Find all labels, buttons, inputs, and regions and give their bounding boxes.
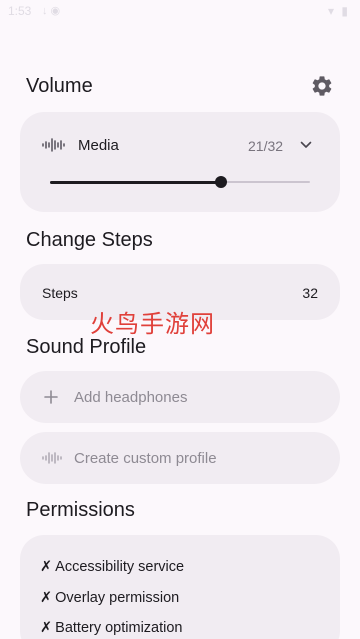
status-cross-icon: ✗	[40, 620, 53, 636]
waveform-icon	[42, 138, 65, 152]
status-cross-icon: ✗	[40, 559, 53, 575]
create-custom-profile-button[interactable]: Create custom profile	[20, 432, 340, 484]
permission-accessibility-service[interactable]: ✗ Accessibility service	[40, 559, 184, 575]
slider-fill	[50, 180, 221, 184]
permission-battery-optimization[interactable]: ✗ Battery optimization	[40, 620, 183, 636]
status-cross-icon: ✗	[40, 590, 53, 606]
media-volume-card: Media 21/32	[20, 112, 340, 212]
watermark-text: 火鸟手游网	[90, 310, 215, 338]
permission-label: Battery optimization	[55, 620, 183, 636]
slider-thumb[interactable]	[214, 176, 227, 188]
create-custom-profile-label: Create custom profile	[74, 450, 217, 467]
status-time: 1:53	[8, 4, 32, 18]
plus-icon	[44, 390, 58, 404]
system-status-icons: ▾ ▮	[328, 4, 350, 18]
media-volume-value: 21/32	[248, 138, 284, 154]
sound-profile-title: Sound Profile	[26, 336, 147, 358]
chevron-down-icon[interactable]	[300, 140, 312, 150]
add-headphones-label: Add headphones	[74, 389, 188, 406]
notification-icons: ↓ ◉	[42, 5, 61, 17]
media-label: Media	[78, 137, 119, 154]
permission-label: Overlay permission	[55, 590, 180, 606]
permissions-card: ✗ Accessibility service ✗ Overlay permissi…	[20, 535, 340, 639]
steps-label: Steps	[42, 285, 78, 301]
status-bar: 1:53 ↓ ◉ ▾ ▮	[0, 0, 360, 24]
steps-value: 32	[302, 285, 318, 301]
waveform-icon	[42, 452, 62, 464]
volume-title: Volume	[26, 75, 93, 97]
add-headphones-button[interactable]: Add headphones	[20, 371, 340, 423]
media-volume-slider[interactable]	[50, 176, 310, 188]
permissions-title: Permissions	[26, 499, 135, 521]
permission-label: Accessibility service	[55, 559, 185, 575]
gear-icon[interactable]	[310, 74, 334, 98]
permission-overlay[interactable]: ✗ Overlay permission	[40, 590, 179, 606]
change-steps-title: Change Steps	[26, 229, 153, 251]
